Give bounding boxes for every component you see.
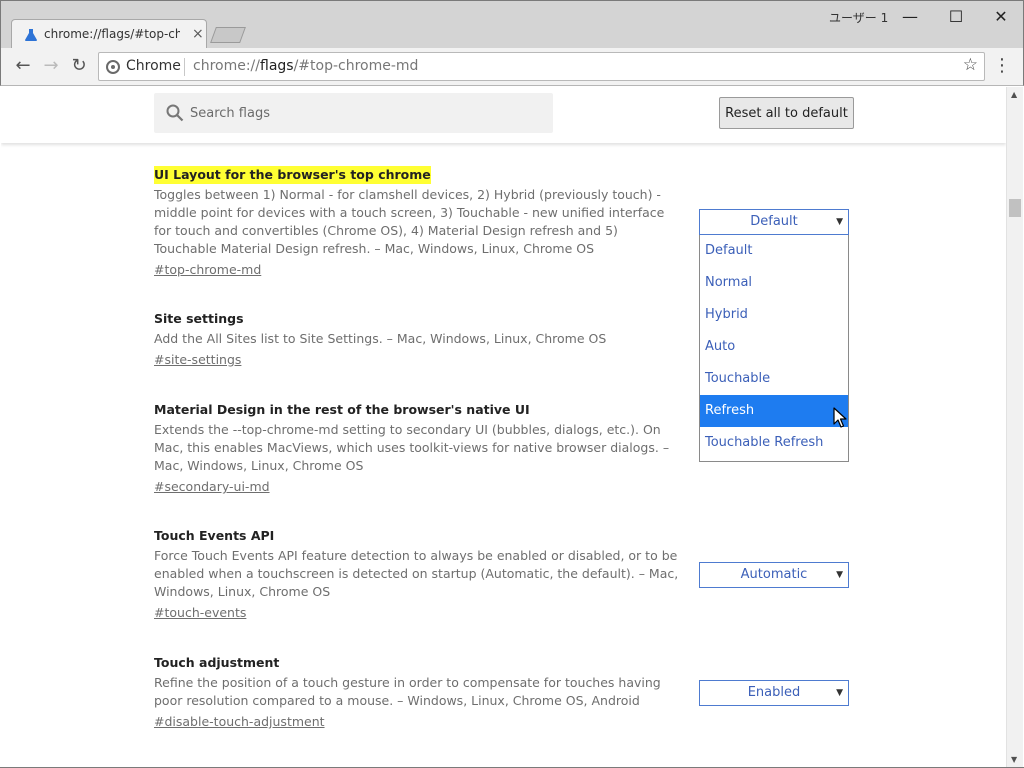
flag-item-touch-events: Touch Events API Force Touch Events API … xyxy=(154,527,684,622)
tab-close-icon[interactable]: × xyxy=(192,26,204,42)
select-value: Automatic xyxy=(740,567,808,582)
flag-description: Toggles between 1) Normal - for clamshel… xyxy=(154,187,665,256)
search-icon xyxy=(166,104,184,122)
chrome-icon xyxy=(106,60,120,74)
flag-item-top-chrome-md: UI Layout for the browser's top chrome T… xyxy=(154,166,684,279)
flag-item-secondary-ui-md: Material Design in the rest of the brows… xyxy=(154,401,684,496)
url-path: /#top-chrome-md xyxy=(293,58,419,74)
scrollbar-thumb[interactable] xyxy=(1009,199,1021,217)
flag-title: Touch Events API xyxy=(154,528,275,543)
page-scrollbar[interactable]: ▲ ▼ xyxy=(1006,87,1023,767)
flag-link[interactable]: #touch-events xyxy=(154,604,246,622)
dropdown-arrow-icon: ▼ xyxy=(836,688,843,698)
profile-name[interactable]: ユーザー 1 xyxy=(829,9,888,26)
flag-description: Add the All Sites list to Site Settings.… xyxy=(154,331,607,346)
flags-page: Reset all to default UI Layout for the b… xyxy=(1,87,1006,767)
search-box[interactable] xyxy=(154,93,553,133)
url-prefix: chrome:// xyxy=(193,58,260,74)
dropdown-arrow-icon: ▼ xyxy=(836,217,843,227)
touch-adjustment-select[interactable]: Enabled ▼ xyxy=(699,680,849,706)
search-header: Reset all to default xyxy=(1,87,1006,143)
tab-flags[interactable]: chrome://flags/#top-chrome-md × xyxy=(11,19,207,49)
url-text[interactable]: chrome://flags/#top-chrome-md xyxy=(193,58,418,74)
touch-events-select[interactable]: Automatic ▼ xyxy=(699,562,849,588)
flag-link[interactable]: #top-chrome-md xyxy=(154,261,261,279)
forward-button[interactable]: → xyxy=(39,55,63,79)
flag-link[interactable]: #disable-touch-adjustment xyxy=(154,713,325,731)
option-auto[interactable]: Auto xyxy=(700,331,848,363)
scroll-up-arrow-icon[interactable]: ▲ xyxy=(1011,90,1017,99)
flag-title: Touch adjustment xyxy=(154,655,280,670)
flag-link[interactable]: #secondary-ui-md xyxy=(154,478,270,496)
flag-description: Extends the --top-chrome-md setting to s… xyxy=(154,422,670,473)
toolbar: ← → ↻ Chrome chrome://flags/#top-chrome-… xyxy=(0,48,1024,86)
flask-icon xyxy=(25,29,37,41)
site-label: Chrome xyxy=(126,58,181,74)
new-tab-button[interactable] xyxy=(210,27,246,43)
mouse-cursor-icon xyxy=(833,407,847,428)
flag-description: Force Touch Events API feature detection… xyxy=(154,548,679,599)
maximize-button[interactable]: ☐ xyxy=(933,3,979,31)
scroll-down-arrow-icon[interactable]: ▼ xyxy=(1011,755,1017,764)
reset-all-button[interactable]: Reset all to default xyxy=(719,97,854,129)
search-input[interactable] xyxy=(190,93,540,133)
flag-title: UI Layout for the browser's top chrome xyxy=(154,166,431,184)
bookmark-star-icon[interactable]: ☆ xyxy=(963,55,978,75)
title-bar: chrome://flags/#top-chrome-md × ユーザー 1 —… xyxy=(0,0,1024,49)
select-value: Enabled xyxy=(747,685,801,700)
flag-link[interactable]: #site-settings xyxy=(154,351,241,369)
option-normal[interactable]: Normal xyxy=(700,267,848,299)
flag-description: Refine the position of a touch gesture i… xyxy=(154,675,661,708)
option-hybrid[interactable]: Hybrid xyxy=(700,299,848,331)
menu-icon[interactable]: ⋮ xyxy=(993,56,1011,78)
dropdown-arrow-icon: ▼ xyxy=(836,570,843,580)
omnibox-separator xyxy=(184,58,185,76)
option-touchable[interactable]: Touchable xyxy=(700,363,848,395)
select-value: Default xyxy=(750,214,798,229)
option-refresh[interactable]: Refresh xyxy=(700,395,848,427)
url-host: flags xyxy=(260,58,294,74)
minimize-button[interactable]: — xyxy=(887,3,933,31)
top-chrome-md-options[interactable]: Default Normal Hybrid Auto Touchable Ref… xyxy=(699,235,849,462)
back-button[interactable]: ← xyxy=(11,55,35,79)
tab-title: chrome://flags/#top-chrome-md xyxy=(44,27,180,41)
omnibox[interactable]: Chrome chrome://flags/#top-chrome-md ☆ xyxy=(98,52,985,81)
close-window-button[interactable]: ✕ xyxy=(978,3,1024,31)
option-default[interactable]: Default xyxy=(700,235,848,267)
flag-item-touch-adjustment: Touch adjustment Refine the position of … xyxy=(154,654,684,731)
top-chrome-md-select[interactable]: Default ▼ xyxy=(699,209,849,235)
flag-title: Material Design in the rest of the brows… xyxy=(154,402,530,417)
option-touchable-refresh[interactable]: Touchable Refresh xyxy=(700,427,848,459)
flag-item-site-settings: Site settings Add the All Sites list to … xyxy=(154,310,684,369)
reload-button[interactable]: ↻ xyxy=(67,55,91,79)
flag-title: Site settings xyxy=(154,311,244,326)
